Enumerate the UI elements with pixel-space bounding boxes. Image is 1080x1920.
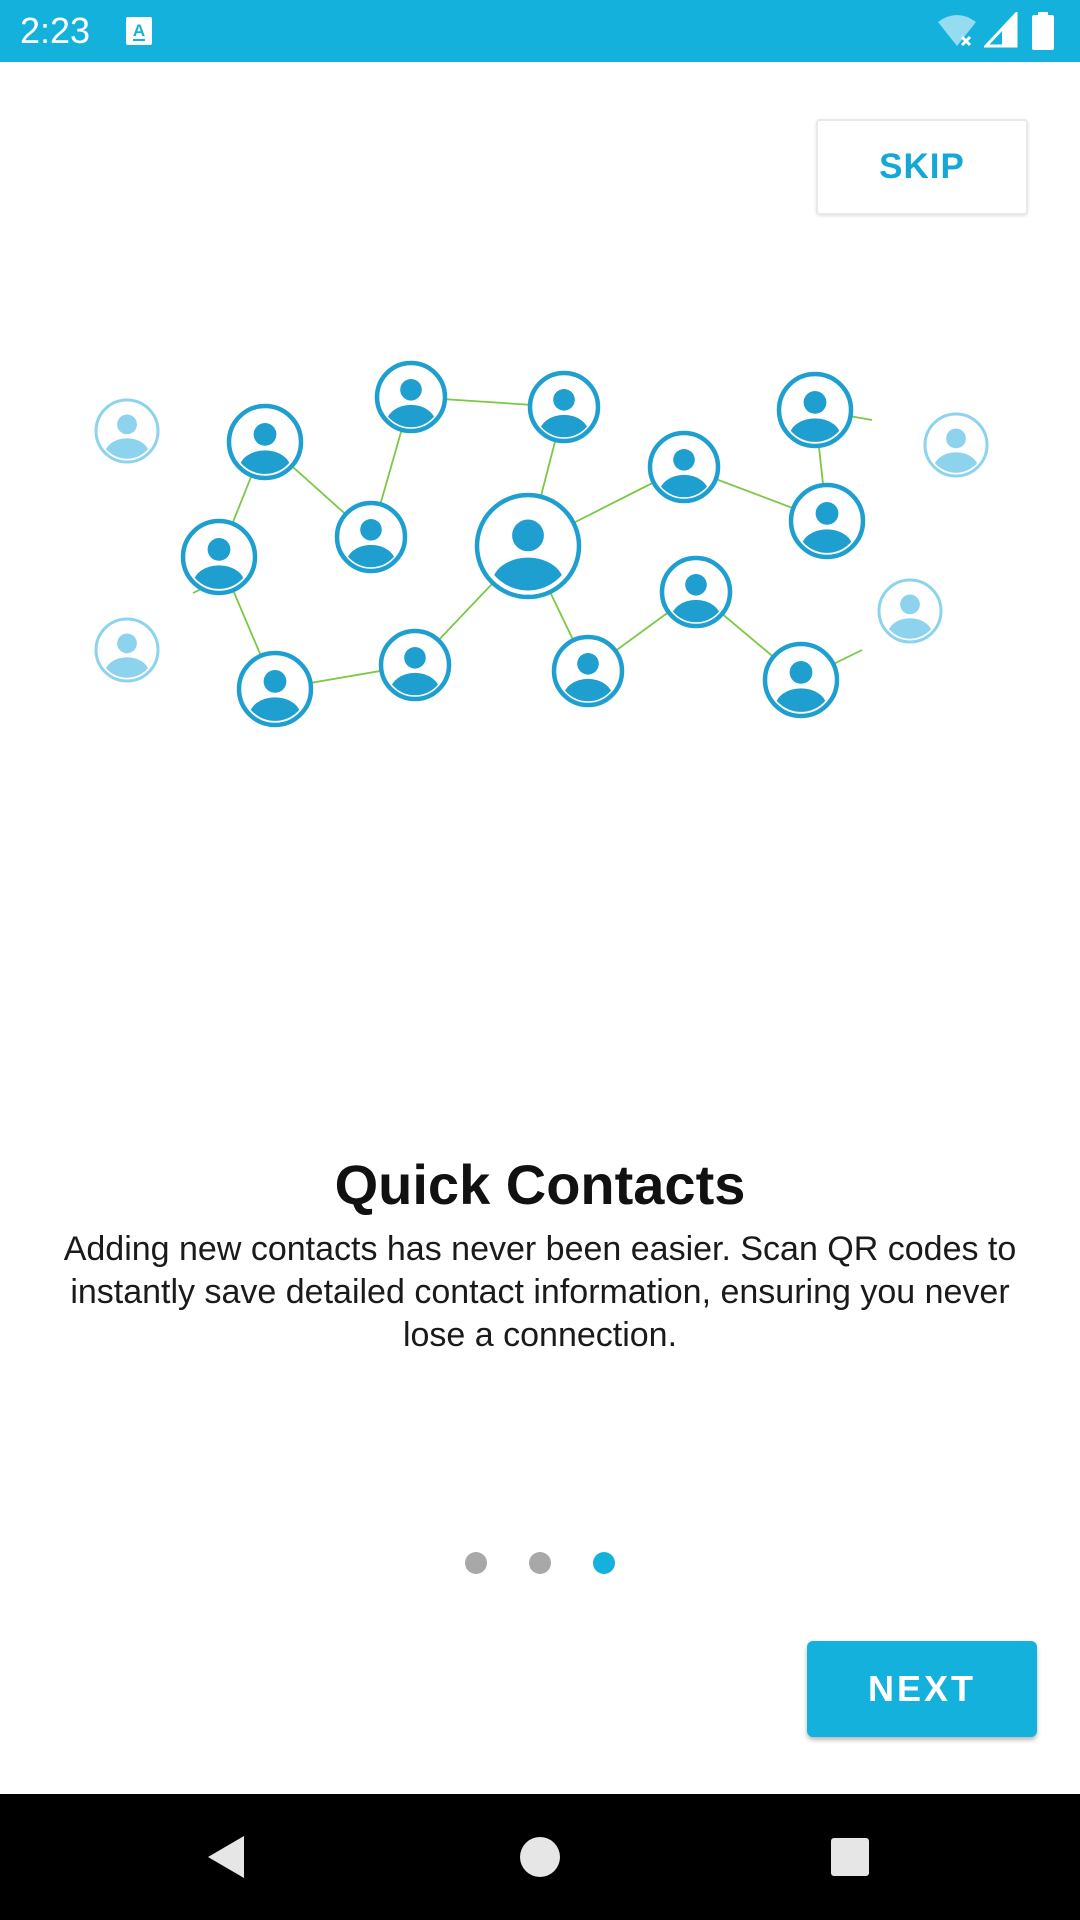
contact-avatar-icon: [378, 628, 452, 702]
contact-avatar-icon: [94, 617, 160, 683]
svg-text:A: A: [133, 21, 145, 40]
recents-icon[interactable]: [815, 1822, 885, 1892]
home-icon[interactable]: [505, 1822, 575, 1892]
page-indicator: [0, 1552, 1080, 1576]
contacts-network-illustration: [0, 340, 1080, 740]
contact-avatar-icon: [474, 492, 582, 600]
contact-avatar-icon: [762, 641, 840, 719]
page-dot-2: [529, 1552, 551, 1574]
cell-signal-icon: [984, 12, 1018, 48]
contact-avatar-icon: [236, 650, 314, 728]
contact-avatar-icon: [527, 370, 601, 444]
status-time: 2:23: [20, 10, 91, 51]
navigation-bar: [0, 1794, 1080, 1920]
contact-avatar-icon: [180, 518, 258, 596]
page-description: Adding new contacts has never been easie…: [63, 1230, 1017, 1354]
contact-avatar-icon: [374, 360, 448, 434]
page-title: Quick Contacts: [334, 1153, 746, 1216]
status-icons: [936, 12, 1066, 50]
contact-avatar-icon: [647, 430, 721, 504]
contact-avatar-icon: [334, 500, 408, 574]
page-dot-1: [465, 1552, 487, 1574]
skip-button[interactable]: SKIP: [816, 119, 1028, 215]
contact-avatar-icon: [226, 403, 304, 481]
contact-avatar-icon: [877, 578, 943, 644]
contact-avatar-icon: [659, 555, 733, 629]
page-dot-3: [593, 1552, 615, 1574]
contact-avatar-icon: [923, 412, 989, 478]
text-a-notification-icon: A: [126, 17, 152, 45]
battery-icon: [1032, 12, 1054, 50]
wifi-off-icon: [938, 15, 976, 47]
status-bar: 2:23 A: [0, 0, 1080, 62]
back-icon[interactable]: [190, 1822, 260, 1892]
onboarding-screen: 2:23 A SKIP Quick Contacts Adding new co…: [0, 0, 1080, 1920]
contact-avatar-icon: [551, 634, 625, 708]
contact-avatar-icon: [94, 398, 160, 464]
contact-avatar-icon: [776, 371, 854, 449]
next-button[interactable]: NEXT: [807, 1641, 1037, 1737]
contact-avatar-icon: [788, 482, 866, 560]
